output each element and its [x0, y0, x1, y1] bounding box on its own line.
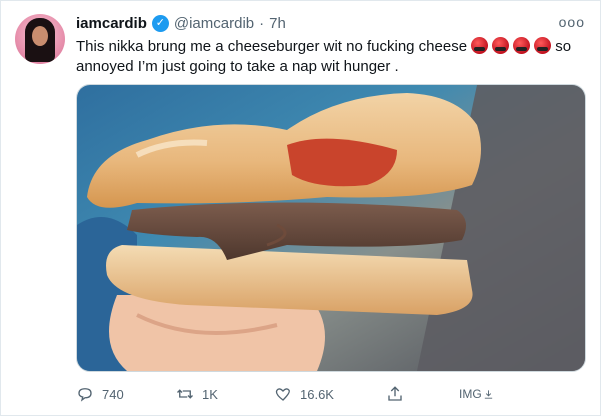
like-count: 16.6K	[300, 386, 334, 402]
display-name[interactable]: iamcardib	[76, 15, 147, 32]
tweet-photo[interactable]	[76, 84, 586, 372]
retweet-count: 1K	[202, 386, 218, 402]
user-handle[interactable]: @iamcardib	[174, 15, 254, 32]
tweet-text-part1: This nikka brung me a cheeseburger wit n…	[76, 38, 472, 55]
image-label: IMG	[459, 387, 482, 401]
burger-photo-illustration	[77, 85, 585, 371]
more-options-icon[interactable]: ooo	[559, 14, 585, 30]
avatar-face	[32, 26, 48, 46]
reply-count: 740	[102, 386, 124, 402]
like-action[interactable]: 16.6K	[274, 383, 334, 405]
reply-action[interactable]: 740	[76, 383, 124, 405]
avatar[interactable]	[15, 14, 65, 64]
tweet-actions: 740 1K 16.6K IMG	[76, 383, 496, 405]
timestamp[interactable]: 7h	[269, 15, 286, 32]
share-action[interactable]	[386, 383, 404, 405]
heart-icon	[275, 388, 290, 401]
download-icon	[484, 389, 492, 399]
retweet-action[interactable]: 1K	[176, 383, 218, 405]
reply-icon	[78, 388, 92, 402]
verified-badge-icon: ✓	[151, 14, 169, 32]
retweet-icon	[177, 389, 193, 399]
angry-face-emoji-icon	[513, 37, 531, 54]
tweet-text: This nikka brung me a cheeseburger wit n…	[76, 37, 588, 77]
angry-face-emoji-icon	[492, 37, 510, 54]
angry-face-emoji-icon	[471, 37, 489, 54]
angry-face-emoji-icon	[534, 37, 552, 54]
separator: ·	[259, 14, 265, 32]
share-icon	[388, 386, 402, 401]
image-download-button[interactable]: IMG	[459, 383, 494, 405]
tweet-header: iamcardib ✓ @iamcardib · 7h	[76, 13, 286, 33]
